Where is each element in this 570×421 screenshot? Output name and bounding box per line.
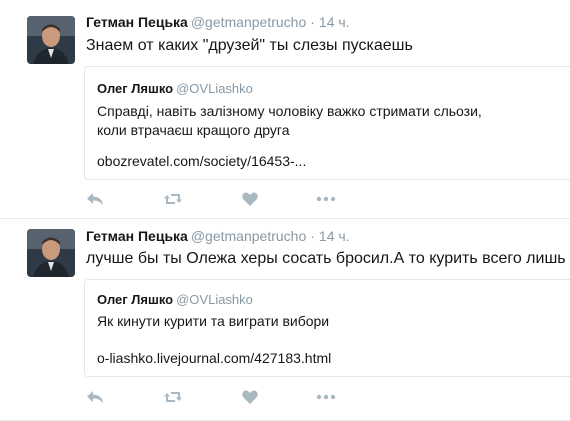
quoted-text: Справді, навіть залізному чоловіку важко… [97,103,482,138]
author-name[interactable]: Гетман Пецька [86,228,188,244]
quoted-author-handle: @OVLiashko [176,81,253,96]
more-icon [316,394,336,400]
like-button[interactable] [239,189,261,209]
quoted-author-name: Олег Ляшко [97,292,174,307]
tweet-timestamp[interactable]: 14 ч. [319,228,350,244]
heart-icon [242,390,258,404]
timeline: Гетман Пецька @getmanpetrucho · 14 ч. Знаем… [0,0,570,421]
tweet-text: Знаем от каких "друзей" ты слезы пускаеш… [86,37,413,54]
reply-icon [87,391,103,403]
author-name[interactable]: Гетман Пецька [86,14,188,30]
quoted-tweet[interactable]: Олег Ляшко @OVLiashko Як кинути курити та… [84,279,570,377]
quoted-link[interactable]: obozrevatel.com/society/16453-... [97,153,306,169]
quoted-text: Як кинути курити та виграти вибори [97,313,330,329]
heart-icon [242,192,258,206]
tweet-header: Гетман Пецька @getmanpetrucho · 14 ч. [86,228,350,246]
more-icon [316,196,336,202]
retweet-icon [164,392,182,402]
author-handle[interactable]: @getmanpetrucho [191,228,306,244]
tweet-text: лучше бы ты Олежа херы сосать бросил.А т… [86,250,566,267]
quoted-author-name: Олег Ляшко [97,81,174,96]
tweet-header: Гетман Пецька @getmanpetrucho · 14 ч. [86,14,350,32]
author-handle[interactable]: @getmanpetrucho [191,14,306,30]
quoted-header: Олег Ляшко @OVLiashko [97,292,253,307]
reply-button[interactable] [84,189,106,209]
retweet-button[interactable] [162,189,184,209]
tweet-item[interactable]: Гетман Пецька @getmanpetrucho · 14 ч. лучше… [0,219,570,421]
retweet-button[interactable] [162,387,184,407]
quoted-author-handle: @OVLiashko [176,292,253,307]
more-button[interactable] [315,189,337,209]
reply-icon [87,193,103,205]
quoted-tweet[interactable]: Олег Ляшко @OVLiashko Справді, навіть зал… [84,66,570,180]
quoted-header: Олег Ляшко @OVLiashko [97,81,253,96]
separator: · [310,14,315,30]
tweet-item[interactable]: Гетман Пецька @getmanpetrucho · 14 ч. Знаем… [0,0,570,219]
avatar[interactable] [27,229,75,277]
quoted-link[interactable]: o-liashko.livejournal.com/427183.html [97,350,331,366]
retweet-icon [164,194,182,204]
avatar[interactable] [27,16,75,64]
separator: · [310,228,315,244]
reply-button[interactable] [84,387,106,407]
like-button[interactable] [239,387,261,407]
more-button[interactable] [315,387,337,407]
tweet-timestamp[interactable]: 14 ч. [319,14,350,30]
